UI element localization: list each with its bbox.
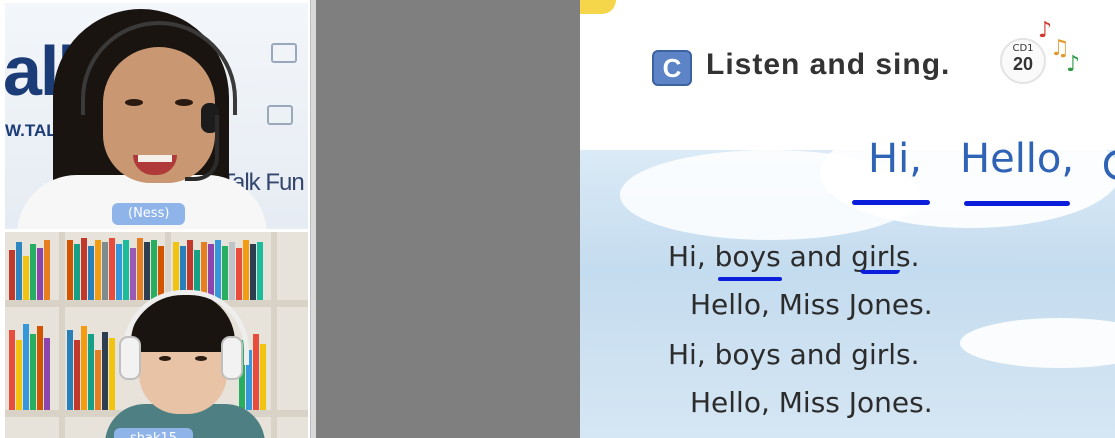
microphone-icon — [185, 115, 219, 181]
pen-annotation-underline — [964, 201, 1070, 206]
book-row — [67, 236, 165, 300]
page-corner-decoration — [580, 0, 616, 14]
cd-label: CD1 — [1012, 43, 1034, 54]
book-row — [9, 316, 51, 410]
student-name-tag: shak15 — [114, 428, 194, 438]
lyric-line: Hi, boys and girls. — [668, 338, 920, 371]
song-title-word: Hello, — [960, 136, 1075, 182]
pen-annotation-underline — [852, 200, 930, 205]
teeth — [138, 155, 172, 162]
backdrop-logo-icon — [271, 43, 297, 63]
headphone-earcup — [221, 336, 243, 380]
shelf-post — [271, 232, 277, 438]
teacher-name-tag: (Ness) — [112, 203, 186, 225]
lyric-line: Hello, Miss Jones. — [690, 386, 933, 419]
book-row — [67, 322, 116, 410]
music-note-icon: ♪ — [1066, 52, 1081, 77]
lyric-line: Hi, boys and girls. — [668, 240, 920, 273]
pen-annotation-underline — [860, 270, 900, 274]
cd-track-icon[interactable]: CD1 20 — [1000, 38, 1046, 84]
pen-annotation-underline — [718, 277, 782, 281]
activity-heading: Listen and sing. — [706, 48, 951, 81]
section-badge: C — [652, 50, 692, 86]
book-row — [9, 238, 51, 300]
song-title-word: Hi, — [868, 136, 922, 182]
student-video-tile[interactable]: shak15 — [5, 232, 308, 438]
courseware-slide[interactable]: C Listen and sing. CD1 20 ♪ ♫ ♪ Hi, Hell… — [580, 0, 1115, 438]
cd-track-number: 20 — [1012, 54, 1034, 74]
backdrop-logo-icon — [267, 105, 293, 125]
shelf-post — [59, 232, 65, 438]
lyric-line: Hello, Miss Jones. — [690, 288, 933, 321]
video-panel: alk W.TALK Talk Fun (Ness) — [0, 0, 316, 438]
headphone-earcup — [119, 336, 141, 380]
workspace-background — [316, 0, 580, 438]
teacher-video-tile[interactable]: alk W.TALK Talk Fun (Ness) — [5, 3, 308, 229]
